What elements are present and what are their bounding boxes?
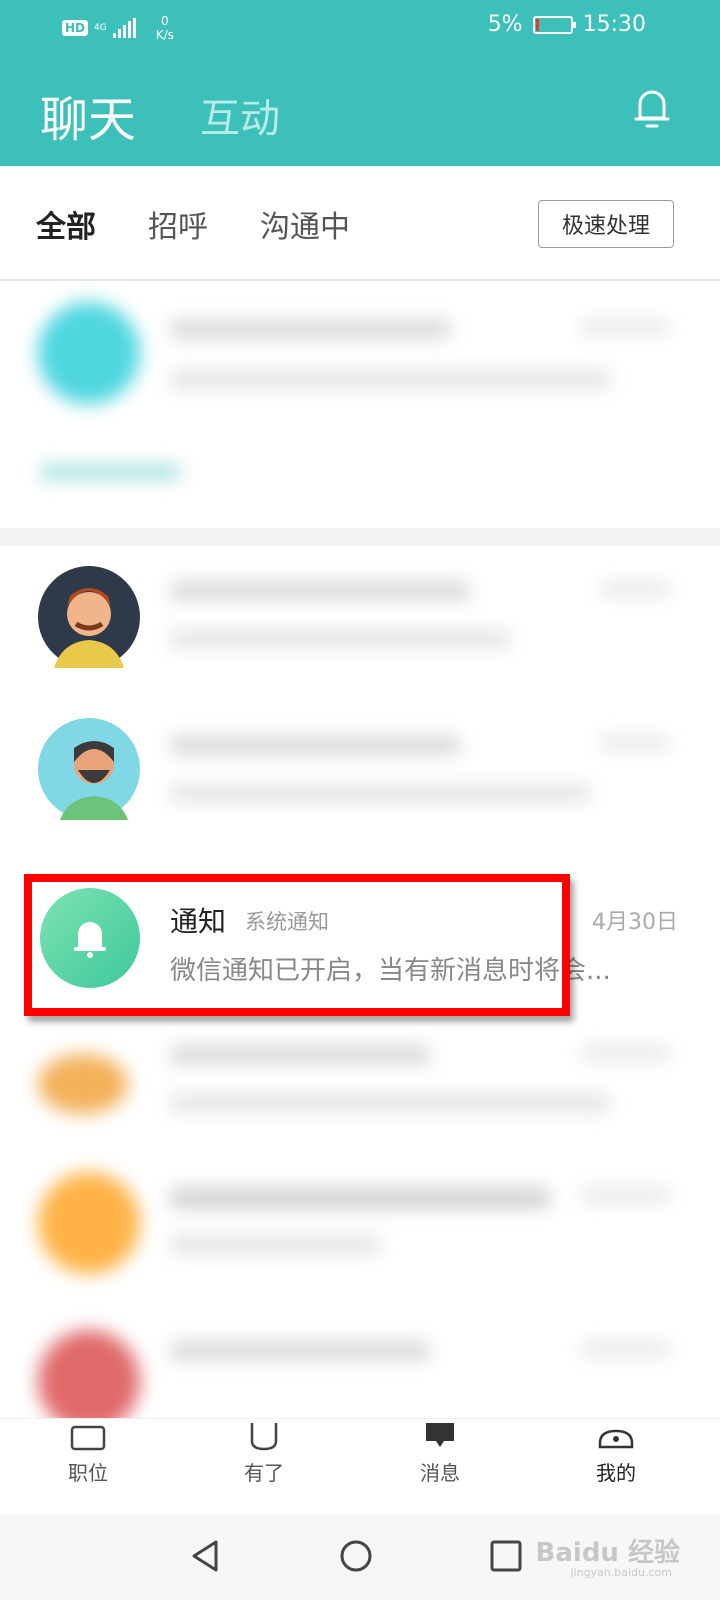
- network-type: 4G: [94, 22, 107, 33]
- blurred-text: [170, 320, 450, 338]
- blurred-text: [170, 582, 470, 600]
- chat-item-blurred[interactable]: [0, 1310, 720, 1432]
- blurred-text: [40, 464, 180, 480]
- filter-all[interactable]: 全部: [36, 202, 96, 246]
- watermark-brand: Baidu 经验: [535, 1538, 680, 1568]
- nav-item-mine[interactable]: 我的: [556, 1419, 676, 1486]
- circle-home-icon[interactable]: [336, 1536, 376, 1576]
- blurred-text: [170, 1094, 610, 1112]
- watermark-url: jingyan.baidu.com: [570, 1566, 672, 1579]
- triangle-back-icon[interactable]: [186, 1536, 226, 1576]
- status-bar-right: 5% 15:30: [488, 12, 646, 37]
- fast-process-button[interactable]: 极速处理: [538, 200, 674, 248]
- avatar: [38, 1054, 128, 1114]
- nav-label-mine: 我的: [596, 1461, 636, 1485]
- avatar: [38, 302, 140, 404]
- blurred-text: [600, 582, 670, 596]
- blurred-text: [170, 1236, 380, 1254]
- blurred-text: [580, 1342, 670, 1356]
- tab-chat[interactable]: 聊天: [40, 80, 136, 150]
- battery-icon: [532, 15, 576, 34]
- hd-badge: HD: [62, 20, 89, 36]
- nav-item-messages[interactable]: 消息: [380, 1419, 500, 1486]
- profile-icon: [598, 1429, 634, 1449]
- blurred-text: [580, 1046, 670, 1060]
- nav-label-jobs: 职位: [68, 1461, 108, 1485]
- bell-icon[interactable]: [634, 86, 670, 130]
- blurred-text: [170, 1046, 430, 1064]
- chat-item-blurred[interactable]: [0, 546, 720, 696]
- signal-icon: [112, 18, 136, 38]
- avatar: [38, 566, 140, 668]
- nav-label-youle: 有了: [244, 1461, 284, 1485]
- app-header: HD 4G 0 K/s 5% 15:30 聊天 互动: [0, 0, 720, 166]
- blurred-text: [170, 1188, 550, 1208]
- nav-item-jobs[interactable]: 职位: [28, 1419, 148, 1486]
- chat-item-blurred[interactable]: [0, 1030, 720, 1180]
- network-speed: 0 K/s: [156, 14, 174, 42]
- cup-icon: [250, 1423, 278, 1451]
- bottom-nav: 职位 有了 消息 我的: [0, 1418, 720, 1514]
- chat-item-blurred[interactable]: [0, 1172, 720, 1322]
- network-speed-unit: K/s: [155, 28, 174, 42]
- clock: 15:30: [582, 12, 646, 37]
- tab-interaction[interactable]: 互动: [200, 86, 280, 144]
- blurred-text: [580, 320, 670, 334]
- status-bar-left: HD 4G 0 K/s: [62, 14, 174, 42]
- battery-percent: 5%: [487, 12, 523, 37]
- filter-communicating[interactable]: 沟通中: [260, 202, 350, 246]
- highlight-box: [24, 874, 570, 1016]
- filter-greeting[interactable]: 招呼: [148, 202, 208, 246]
- blurred-text: [170, 370, 610, 388]
- briefcase-icon: [70, 1425, 106, 1451]
- chat-item-blurred[interactable]: [0, 700, 720, 850]
- system-nav-bar: Baidu 经验 jingyan.baidu.com: [0, 1514, 720, 1600]
- blurred-text: [580, 1188, 670, 1202]
- square-recents-icon[interactable]: [486, 1536, 526, 1576]
- blurred-text: [170, 784, 590, 802]
- nav-item-youle[interactable]: 有了: [204, 1419, 324, 1486]
- blurred-text: [170, 630, 510, 648]
- nav-label-messages: 消息: [420, 1461, 460, 1485]
- blurred-text: [600, 736, 670, 750]
- notification-date: 4月30日: [592, 910, 678, 935]
- chat-item-blurred[interactable]: [0, 284, 720, 528]
- blurred-text: [170, 736, 460, 754]
- chat-icon: [426, 1423, 454, 1447]
- filter-bar: 全部 招呼 沟通中 极速处理: [0, 166, 720, 281]
- section-divider: [0, 528, 720, 546]
- network-speed-value: 0: [160, 14, 169, 28]
- avatar: [38, 1172, 140, 1274]
- avatar: [38, 1330, 140, 1432]
- blurred-text: [170, 1342, 430, 1360]
- avatar: [38, 718, 140, 820]
